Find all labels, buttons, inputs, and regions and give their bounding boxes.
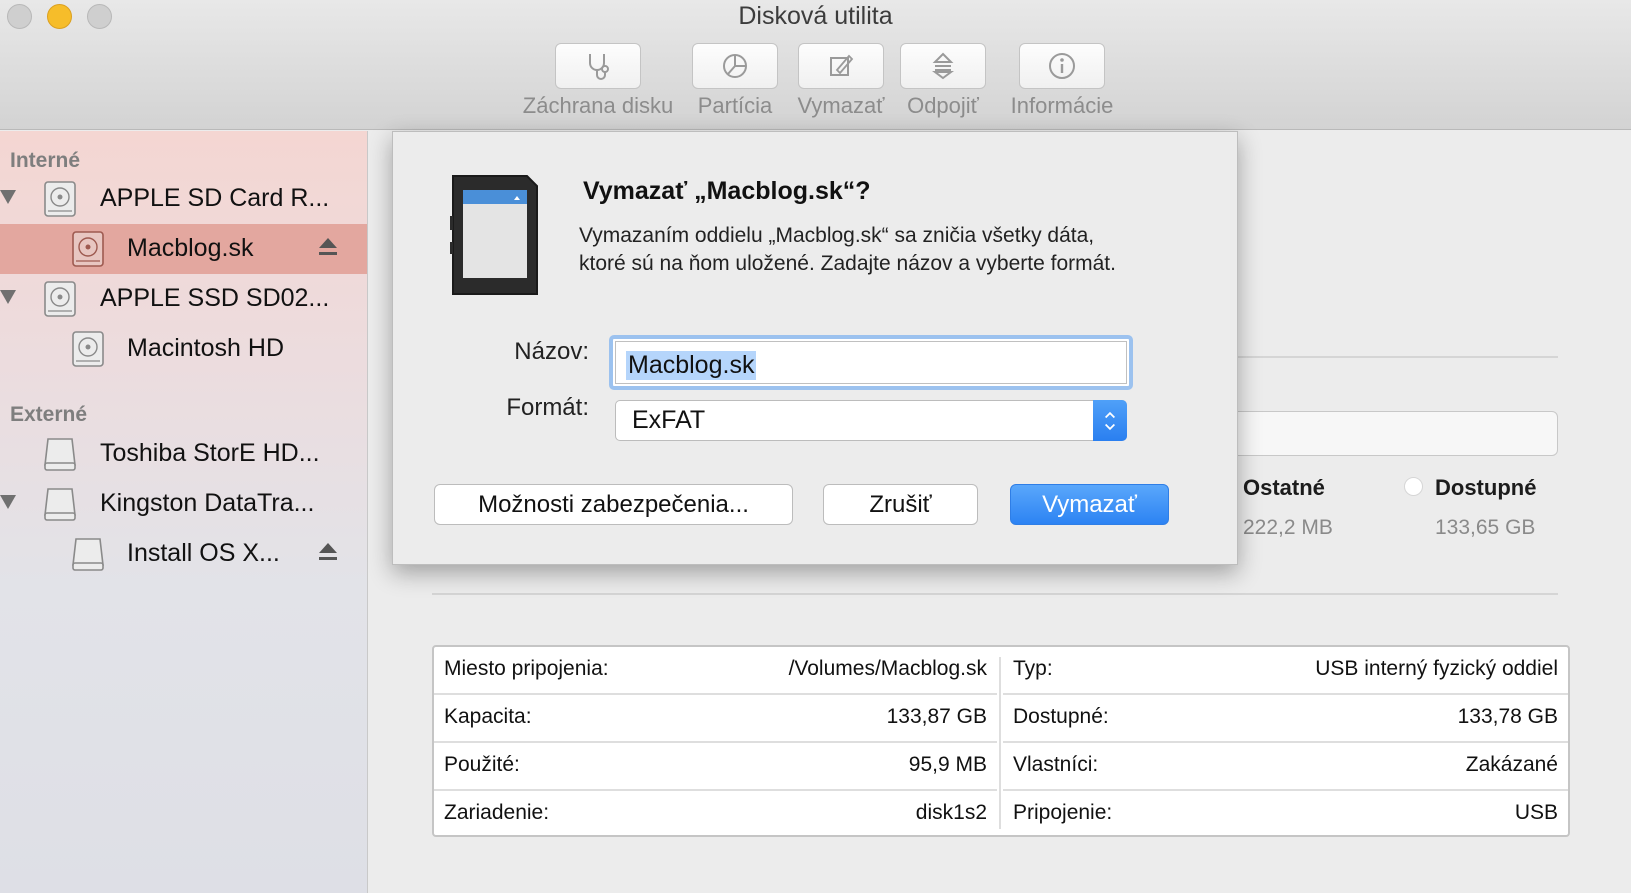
sidebar-item-macintosh-hd[interactable]: Macintosh HD bbox=[0, 324, 367, 374]
info-row-owners: Vlastníci: Zakázané bbox=[1003, 743, 1568, 791]
legend-available-swatch bbox=[1404, 477, 1423, 496]
eject-icon[interactable] bbox=[318, 541, 338, 563]
erase-toolbar-button[interactable] bbox=[798, 43, 884, 89]
dialog-message: ktoré sú na ňom uložené. Zadajte názov a… bbox=[579, 252, 1116, 275]
format-label: Formát: bbox=[506, 394, 589, 421]
legend-other-value: 222,2 MB bbox=[1243, 516, 1333, 539]
dialog-title: Vymazať „Macblog.sk“? bbox=[583, 177, 871, 205]
legend-available-value: 133,65 GB bbox=[1435, 516, 1536, 539]
sidebar-item-label: Kingston DataTra... bbox=[100, 489, 315, 517]
toolbar-label: Vymazať bbox=[797, 93, 885, 118]
erase-icon bbox=[830, 54, 854, 76]
sidebar-item-label: APPLE SSD SD02... bbox=[100, 284, 330, 312]
volume-icon bbox=[72, 331, 104, 367]
unmount-button[interactable] bbox=[900, 43, 986, 89]
partition-button[interactable] bbox=[692, 43, 778, 89]
info-row-connection: Pripojenie: USB bbox=[1013, 801, 1558, 824]
erase-button[interactable]: Vymazať bbox=[1010, 484, 1169, 525]
info-row-available: Dostupné: 133,78 GB bbox=[1003, 695, 1568, 743]
info-column-divider bbox=[999, 657, 1001, 829]
sidebar-section-internal: Interné bbox=[10, 149, 81, 172]
disclosure-triangle-icon[interactable] bbox=[0, 495, 16, 509]
unmount-icon bbox=[932, 52, 954, 80]
chevron-up-down-icon bbox=[1105, 411, 1115, 430]
format-stepper[interactable] bbox=[1093, 400, 1127, 441]
toolbar-label: Informácie bbox=[1010, 93, 1114, 118]
info-row-type: Typ: USB interný fyzický oddiel bbox=[1003, 647, 1568, 695]
toolbar-first-aid[interactable]: Záchrana disku bbox=[508, 43, 688, 119]
eject-icon[interactable] bbox=[318, 236, 338, 258]
info-row-capacity: Kapacita: 133,87 GB bbox=[434, 695, 997, 743]
sidebar: Interné APPLE SD Card R... Macblog.sk AP… bbox=[0, 131, 368, 893]
cancel-button[interactable]: Zrušiť bbox=[823, 484, 978, 525]
sd-card-icon bbox=[450, 175, 538, 295]
toolbar-erase[interactable]: Vymazať bbox=[786, 43, 896, 119]
disclosure-triangle-icon[interactable] bbox=[0, 190, 16, 204]
info-row-device: Zariadenie: disk1s2 bbox=[444, 801, 987, 824]
window-toolbar: Disková utilita Záchrana disku Partícia bbox=[0, 0, 1631, 130]
toolbar-label: Partícia bbox=[697, 93, 773, 118]
legend-other-label: Ostatné bbox=[1243, 475, 1325, 500]
usage-bar bbox=[1225, 411, 1558, 456]
divider bbox=[432, 593, 1558, 595]
info-row-used: Použité: 95,9 MB bbox=[434, 743, 997, 791]
info-icon bbox=[1049, 53, 1075, 79]
sidebar-item-kingston[interactable]: Kingston DataTra... bbox=[0, 479, 367, 529]
external-disk-icon bbox=[44, 438, 76, 471]
toolbar-partition[interactable]: Partícia bbox=[680, 43, 790, 119]
toolbar-info[interactable]: Informácie bbox=[997, 43, 1127, 119]
name-input-value: Macblog.sk bbox=[626, 351, 757, 380]
window-title: Disková utilita bbox=[738, 2, 893, 30]
disclosure-triangle-icon[interactable] bbox=[0, 290, 16, 304]
toolbar-label: Odpojiť bbox=[907, 93, 979, 118]
info-row-mount-point: Miesto pripojenia: /Volumes/Macblog.sk bbox=[434, 647, 997, 695]
sidebar-item-apple-ssd[interactable]: APPLE SSD SD02... bbox=[0, 274, 367, 324]
stethoscope-icon bbox=[589, 54, 609, 80]
name-label: Názov: bbox=[514, 338, 589, 365]
sidebar-item-label: APPLE SD Card R... bbox=[100, 184, 330, 212]
volume-icon bbox=[72, 231, 104, 267]
sidebar-item-label: Install OS X... bbox=[127, 539, 280, 567]
sidebar-item-macblog[interactable]: Macblog.sk bbox=[0, 224, 367, 274]
sidebar-item-toshiba[interactable]: Toshiba StorE HD... bbox=[0, 429, 367, 479]
name-input[interactable]: Macblog.sk bbox=[615, 341, 1127, 384]
info-button[interactable] bbox=[1019, 43, 1105, 89]
external-volume-icon bbox=[72, 538, 104, 571]
sidebar-item-label: Toshiba StorE HD... bbox=[100, 439, 320, 467]
divider bbox=[1238, 356, 1558, 358]
first-aid-button[interactable] bbox=[555, 43, 641, 89]
legend-available-label: Dostupné bbox=[1435, 475, 1537, 500]
security-options-button[interactable]: Možnosti zabezpečenia... bbox=[434, 484, 793, 525]
toolbar-label: Záchrana disku bbox=[522, 93, 674, 118]
volume-info-table: Miesto pripojenia: /Volumes/Macblog.sk K… bbox=[432, 645, 1570, 837]
internal-disk-icon bbox=[44, 281, 76, 317]
name-field-focus-ring: Macblog.sk bbox=[609, 335, 1133, 390]
dialog-message: Vymazaním oddielu „Macblog.sk“ sa zničia… bbox=[579, 224, 1095, 247]
internal-disk-icon bbox=[44, 181, 76, 217]
sidebar-item-label: Macblog.sk bbox=[127, 234, 254, 262]
format-select[interactable]: ExFAT bbox=[615, 400, 1127, 441]
external-disk-icon bbox=[44, 488, 76, 521]
format-select-value: ExFAT bbox=[632, 406, 706, 434]
sidebar-item-apple-sd-card[interactable]: APPLE SD Card R... bbox=[0, 174, 367, 224]
pie-chart-icon bbox=[723, 54, 747, 78]
toolbar-unmount[interactable]: Odpojiť bbox=[888, 43, 998, 119]
sidebar-item-install-os-x[interactable]: Install OS X... bbox=[0, 529, 367, 579]
erase-dialog: Vymazať „Macblog.sk“? Vymazaním oddielu … bbox=[392, 131, 1238, 565]
sidebar-section-external: Externé bbox=[10, 403, 88, 426]
sidebar-item-label: Macintosh HD bbox=[127, 334, 284, 362]
